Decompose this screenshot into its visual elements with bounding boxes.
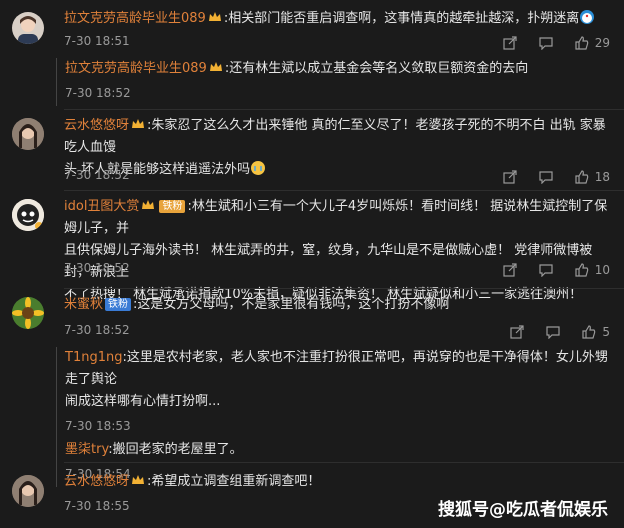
- crying-emoji-icon: [250, 160, 266, 176]
- reply-username[interactable]: 拉文克劳高龄毕业生089: [65, 61, 207, 76]
- like-button[interactable]: 5: [582, 325, 610, 339]
- reply-text: 这里是农村老家，老人家也不注重打扮很正常吧，再说穿的也是干净得体！女儿外甥走了舆…: [65, 350, 608, 387]
- crown-icon: [131, 472, 145, 484]
- comment-time: 7-30 18:52: [64, 168, 130, 182]
- crown-icon: [208, 9, 222, 21]
- comment: 云水悠悠呀:朱家忍了这么久才出来锤他 真的仁至义尽了！老婆孩子死的不明不白 出轨…: [0, 110, 624, 192]
- share-button[interactable]: [503, 36, 517, 50]
- reply-time: 7-30 18:53: [65, 419, 131, 433]
- comment-text: 相关部门能否重启调查啊，这事情真的越牵扯越深，扑朔迷离: [228, 11, 580, 26]
- watermark: 搜狐号@吃瓜者侃娱乐: [438, 500, 608, 520]
- username[interactable]: 云水悠悠呀: [64, 118, 129, 133]
- crown-icon: [141, 197, 155, 209]
- like-count: 10: [594, 263, 610, 277]
- crown-icon: [209, 59, 223, 71]
- fan-badge: 铁粉: [105, 298, 132, 311]
- comment-time: 7-30 18:52: [64, 261, 130, 275]
- like-button[interactable]: 10: [575, 263, 610, 277]
- share-button[interactable]: [503, 170, 517, 184]
- like-button[interactable]: 29: [575, 36, 610, 50]
- username[interactable]: 云水悠悠呀: [64, 474, 129, 489]
- username[interactable]: 米蜜秋: [64, 297, 103, 312]
- doraemon-emoji-icon: [579, 9, 595, 25]
- reply-username[interactable]: T1ng1ng: [65, 350, 122, 365]
- comment: 米蜜秋 铁粉:这是女方父母吗，不是家里很有钱吗，这个打扮不像啊 7-30 18:5…: [0, 289, 624, 487]
- comment-text: 且供保姆儿子海外读书！ 林生斌弄的井，窒，纹身，九华山是不是做贼心虚！ 党律师微…: [64, 243, 593, 280]
- fan-badge: 铁粉: [159, 200, 186, 213]
- like-count: 18: [594, 170, 610, 184]
- share-button[interactable]: [503, 263, 517, 277]
- comment-time: 7-30 18:51: [64, 34, 130, 48]
- comment: idol丑图大赏 铁粉:林生斌和小三有一个大儿子4岁叫烁烁！看时间线！ 据说林生斌…: [0, 191, 624, 302]
- avatar[interactable]: [12, 12, 44, 44]
- comment-button[interactable]: [539, 170, 553, 184]
- like-count: 5: [602, 325, 610, 339]
- reply-time: 7-30 18:52: [65, 86, 131, 100]
- username[interactable]: idol丑图大赏: [64, 199, 139, 214]
- share-button[interactable]: [510, 325, 524, 339]
- comment-time: 7-30 18:52: [64, 323, 130, 337]
- like-count: 29: [594, 36, 610, 50]
- comment-text: 朱家忍了这么久才出来锤他 真的仁至义尽了！老婆孩子死的不明不白 出轨 家暴 吃人…: [64, 118, 606, 155]
- reply-text: 还有林生斌以成立基金会等名义敛取巨额资金的去向: [229, 61, 529, 76]
- like-button[interactable]: 18: [575, 170, 610, 184]
- crown-icon: [131, 116, 145, 128]
- comment-time: 7-30 18:55: [64, 499, 130, 513]
- avatar[interactable]: [12, 118, 44, 150]
- avatar[interactable]: [12, 297, 44, 329]
- comment-button[interactable]: [539, 263, 553, 277]
- reply-username[interactable]: 墨柒try: [65, 442, 108, 457]
- comment-text: 这是女方父母吗，不是家里很有钱吗，这个打扮不像啊: [137, 297, 450, 312]
- username[interactable]: 拉文克劳高龄毕业生089: [64, 11, 206, 26]
- comment-button[interactable]: [546, 325, 560, 339]
- avatar[interactable]: [12, 199, 44, 231]
- comment-button[interactable]: [539, 36, 553, 50]
- comment-text: 希望成立调查组重新调查吧！: [151, 474, 321, 489]
- reply-text: 闹成这样哪有心情打扮啊...: [65, 394, 221, 409]
- reply-text: 搬回老家的老屋里了。: [112, 442, 243, 457]
- avatar[interactable]: [12, 475, 44, 507]
- comment: 拉文克劳高龄毕业生089:相关部门能否重启调查啊，这事情真的越牵扯越深，扑朔迷离…: [0, 0, 624, 108]
